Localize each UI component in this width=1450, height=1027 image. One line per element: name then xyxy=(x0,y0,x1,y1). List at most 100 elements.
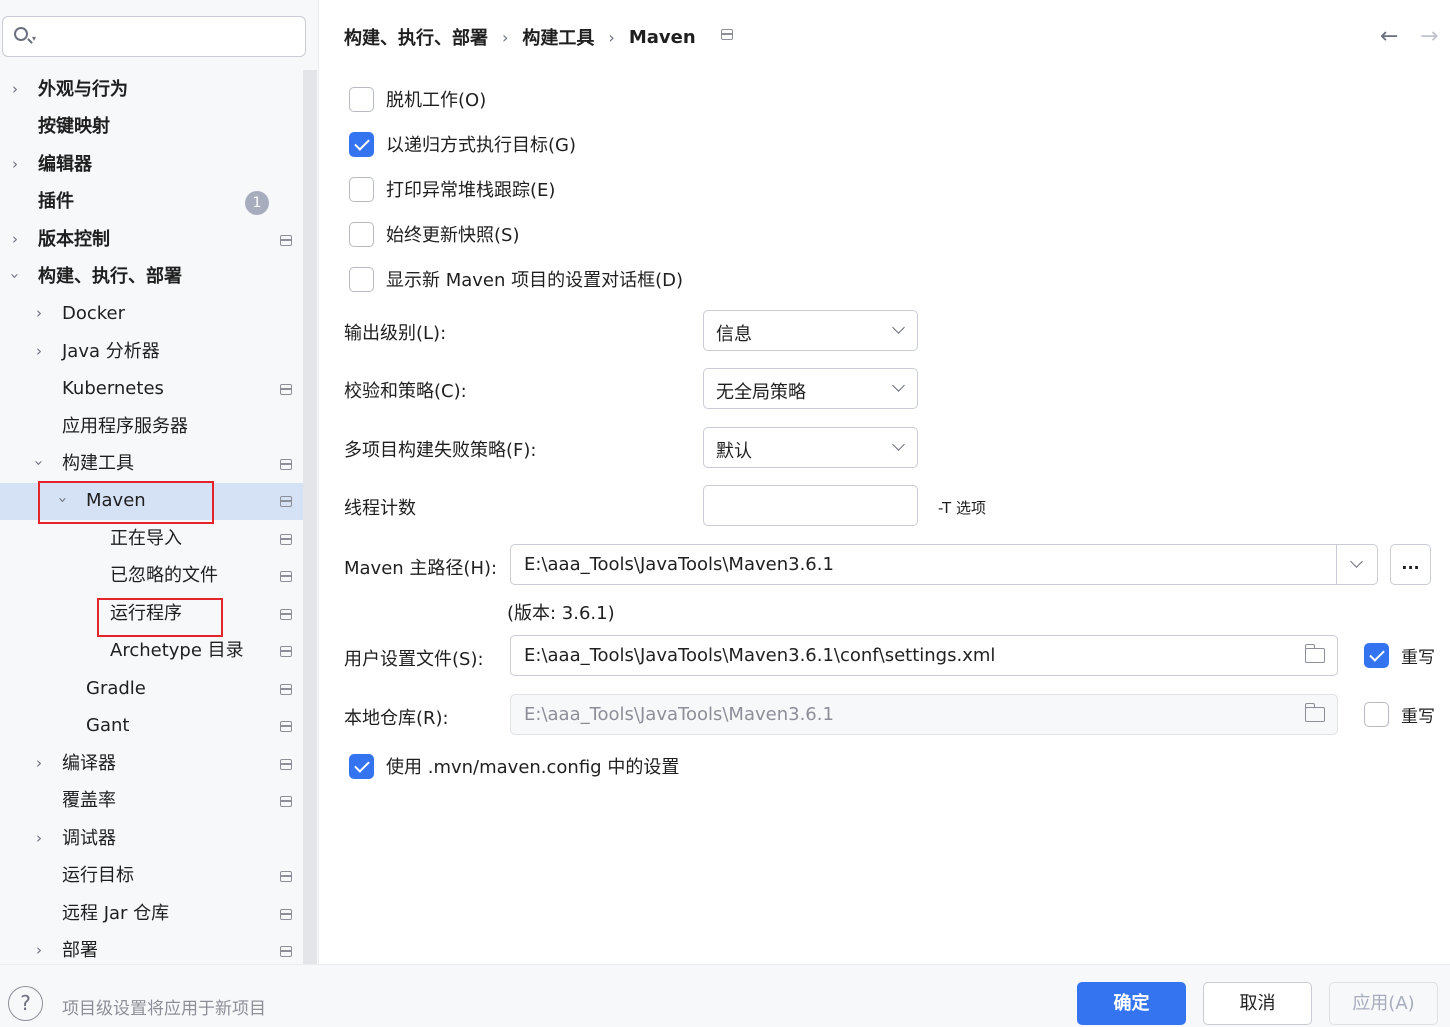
override-settings-checkbox[interactable] xyxy=(1364,642,1389,668)
project-level-icon xyxy=(280,909,292,920)
project-level-icon xyxy=(280,609,292,620)
sidebar-item-editor[interactable]: › 编辑器 xyxy=(0,147,303,184)
maven-version-text: (版本: 3.6.1) xyxy=(507,603,615,624)
sidebar-item-remote-jar-repos[interactable]: 远程 Jar 仓库 xyxy=(0,896,303,933)
sidebar-item-gradle[interactable]: Gradle xyxy=(0,671,303,708)
sidebar-item-compiler[interactable]: › 编译器 xyxy=(0,746,303,783)
override-repo-checkbox[interactable] xyxy=(1364,701,1389,727)
chevron-right-icon: › xyxy=(36,829,42,847)
sidebar-item-java-profiler[interactable]: › Java 分析器 xyxy=(0,334,303,371)
override-repo-checkbox-row[interactable]: 重写 xyxy=(1364,701,1435,727)
sidebar-item-label: 版本控制 xyxy=(38,229,110,250)
recursive-checkbox-row[interactable]: 以递归方式执行目标(G) xyxy=(349,131,576,157)
maven-home-combo[interactable]: E:\aaa_Tools\JavaTools\Maven3.6.1 xyxy=(510,544,1378,585)
chevron-right-icon: › xyxy=(12,155,18,173)
fail-policy-dropdown[interactable]: 默认 xyxy=(703,427,918,468)
update-snapshots-checkbox[interactable] xyxy=(349,221,374,247)
checkbox-label: 脱机工作(O) xyxy=(386,90,487,111)
thread-hint: -T 选项 xyxy=(938,499,986,517)
dropdown-value: 信息 xyxy=(716,324,752,345)
folder-icon[interactable] xyxy=(1304,644,1325,663)
back-arrow-icon[interactable]: ← xyxy=(1380,24,1398,49)
sidebar-item-label: 远程 Jar 仓库 xyxy=(62,903,170,924)
sidebar-scrollbar[interactable] xyxy=(303,70,317,964)
sidebar-item-keymap[interactable]: 按键映射 xyxy=(0,109,303,146)
chevron-right-icon: › xyxy=(36,304,42,322)
thread-count-input[interactable] xyxy=(703,485,918,526)
chevron-right-icon: › xyxy=(36,342,42,360)
checkbox-label: 始终更新快照(S) xyxy=(386,225,520,246)
fail-policy-label: 多项目构建失败策略(F): xyxy=(344,440,537,461)
apply-button: 应用(A) xyxy=(1329,982,1438,1025)
dialog-footer: ? 项目级设置将应用于新项目 确定 取消 应用(A) xyxy=(0,964,1450,1027)
project-level-icon xyxy=(280,459,292,470)
sidebar-item-label: 调试器 xyxy=(62,828,116,849)
sidebar-item-plugins[interactable]: 插件 1 xyxy=(0,184,303,221)
breadcrumb-separator: › xyxy=(608,27,615,47)
mvn-config-checkbox[interactable] xyxy=(349,753,374,779)
search-input[interactable]: ▾ xyxy=(2,16,306,57)
sidebar-item-gant[interactable]: Gant xyxy=(0,708,303,745)
sidebar-item-label: 正在导入 xyxy=(110,528,182,549)
checkbox-label: 打印异常堆栈跟踪(E) xyxy=(386,180,556,201)
show-dialog-checkbox[interactable] xyxy=(349,266,374,292)
chevron-right-icon: › xyxy=(12,80,18,98)
sidebar-item-ignored-files[interactable]: 已忽略的文件 xyxy=(0,558,303,595)
mvn-config-checkbox-row[interactable]: 使用 .mvn/maven.config 中的设置 xyxy=(349,753,679,779)
output-level-dropdown[interactable]: 信息 xyxy=(703,310,918,351)
sidebar-item-label: Archetype 目录 xyxy=(110,640,244,661)
input-value: E:\aaa_Tools\JavaTools\Maven3.6.1\conf\s… xyxy=(524,645,996,666)
browse-button[interactable]: ... xyxy=(1390,544,1431,585)
sidebar-item-runner[interactable]: 运行程序 xyxy=(0,596,303,633)
sidebar-item-app-servers[interactable]: 应用程序服务器 xyxy=(0,409,303,446)
help-icon[interactable]: ? xyxy=(8,986,43,1021)
sidebar-item-appearance[interactable]: › 外观与行为 xyxy=(0,72,303,109)
offline-checkbox[interactable] xyxy=(349,86,374,112)
print-stack-checkbox-row[interactable]: 打印异常堆栈跟踪(E) xyxy=(349,176,555,202)
project-level-icon xyxy=(280,946,292,957)
sidebar-item-label: 编译器 xyxy=(62,753,116,774)
breadcrumb-part[interactable]: 构建工具 xyxy=(522,24,594,50)
notification-badge: 1 xyxy=(245,191,269,215)
chevron-down-icon xyxy=(892,321,905,334)
sidebar-item-coverage[interactable]: 覆盖率 xyxy=(0,783,303,820)
sidebar-item-deployment[interactable]: › 部署 xyxy=(0,933,303,964)
offline-checkbox-row[interactable]: 脱机工作(O) xyxy=(349,86,486,112)
sidebar-item-maven[interactable]: › Maven xyxy=(0,483,303,520)
sidebar-item-label: Gradle xyxy=(86,678,146,699)
project-level-icon xyxy=(280,534,292,545)
breadcrumb: 构建、执行、部署 › 构建工具 › Maven xyxy=(344,24,696,50)
checkbox-label: 使用 .mvn/maven.config 中的设置 xyxy=(386,757,680,778)
sidebar-item-importing[interactable]: 正在导入 xyxy=(0,521,303,558)
sidebar-item-build-execution-deployment[interactable]: › 构建、执行、部署 xyxy=(0,259,303,296)
print-stack-checkbox[interactable] xyxy=(349,176,374,202)
update-snapshots-checkbox-row[interactable]: 始终更新快照(S) xyxy=(349,221,519,247)
sidebar-item-version-control[interactable]: › 版本控制 xyxy=(0,222,303,259)
chevron-down-icon xyxy=(892,438,905,451)
sidebar-item-archetype-catalogs[interactable]: Archetype 目录 xyxy=(0,633,303,670)
checksum-policy-label: 校验和策略(C): xyxy=(344,381,467,402)
sidebar-item-run-targets[interactable]: 运行目标 xyxy=(0,858,303,895)
checkbox-label: 重写 xyxy=(1401,706,1435,727)
sidebar-item-debugger[interactable]: › 调试器 xyxy=(0,821,303,858)
breadcrumb-separator: › xyxy=(502,27,509,47)
recursive-checkbox[interactable] xyxy=(349,131,374,157)
checksum-policy-dropdown[interactable]: 无全局策略 xyxy=(703,368,918,409)
sidebar-item-docker[interactable]: › Docker xyxy=(0,296,303,333)
chevron-down-icon: › xyxy=(30,460,48,466)
override-settings-checkbox-row[interactable]: 重写 xyxy=(1364,642,1435,668)
sidebar-item-kubernetes[interactable]: Kubernetes xyxy=(0,371,303,408)
sidebar-item-label: 应用程序服务器 xyxy=(62,416,188,437)
chevron-down-icon xyxy=(892,379,905,392)
cancel-button[interactable]: 取消 xyxy=(1203,982,1312,1025)
maven-home-dropdown-button[interactable] xyxy=(1336,545,1377,584)
sidebar-item-build-tools[interactable]: › 构建工具 xyxy=(0,446,303,483)
folder-icon xyxy=(1304,703,1325,722)
breadcrumb-part[interactable]: 构建、执行、部署 xyxy=(344,24,488,50)
user-settings-input[interactable]: E:\aaa_Tools\JavaTools\Maven3.6.1\conf\s… xyxy=(510,635,1338,676)
ok-button[interactable]: 确定 xyxy=(1077,982,1186,1025)
project-level-icon xyxy=(280,384,292,395)
checkbox-label: 以递归方式执行目标(G) xyxy=(386,135,576,156)
footer-note: 项目级设置将应用于新项目 xyxy=(62,999,266,1019)
show-dialog-checkbox-row[interactable]: 显示新 Maven 项目的设置对话框(D) xyxy=(349,266,683,292)
